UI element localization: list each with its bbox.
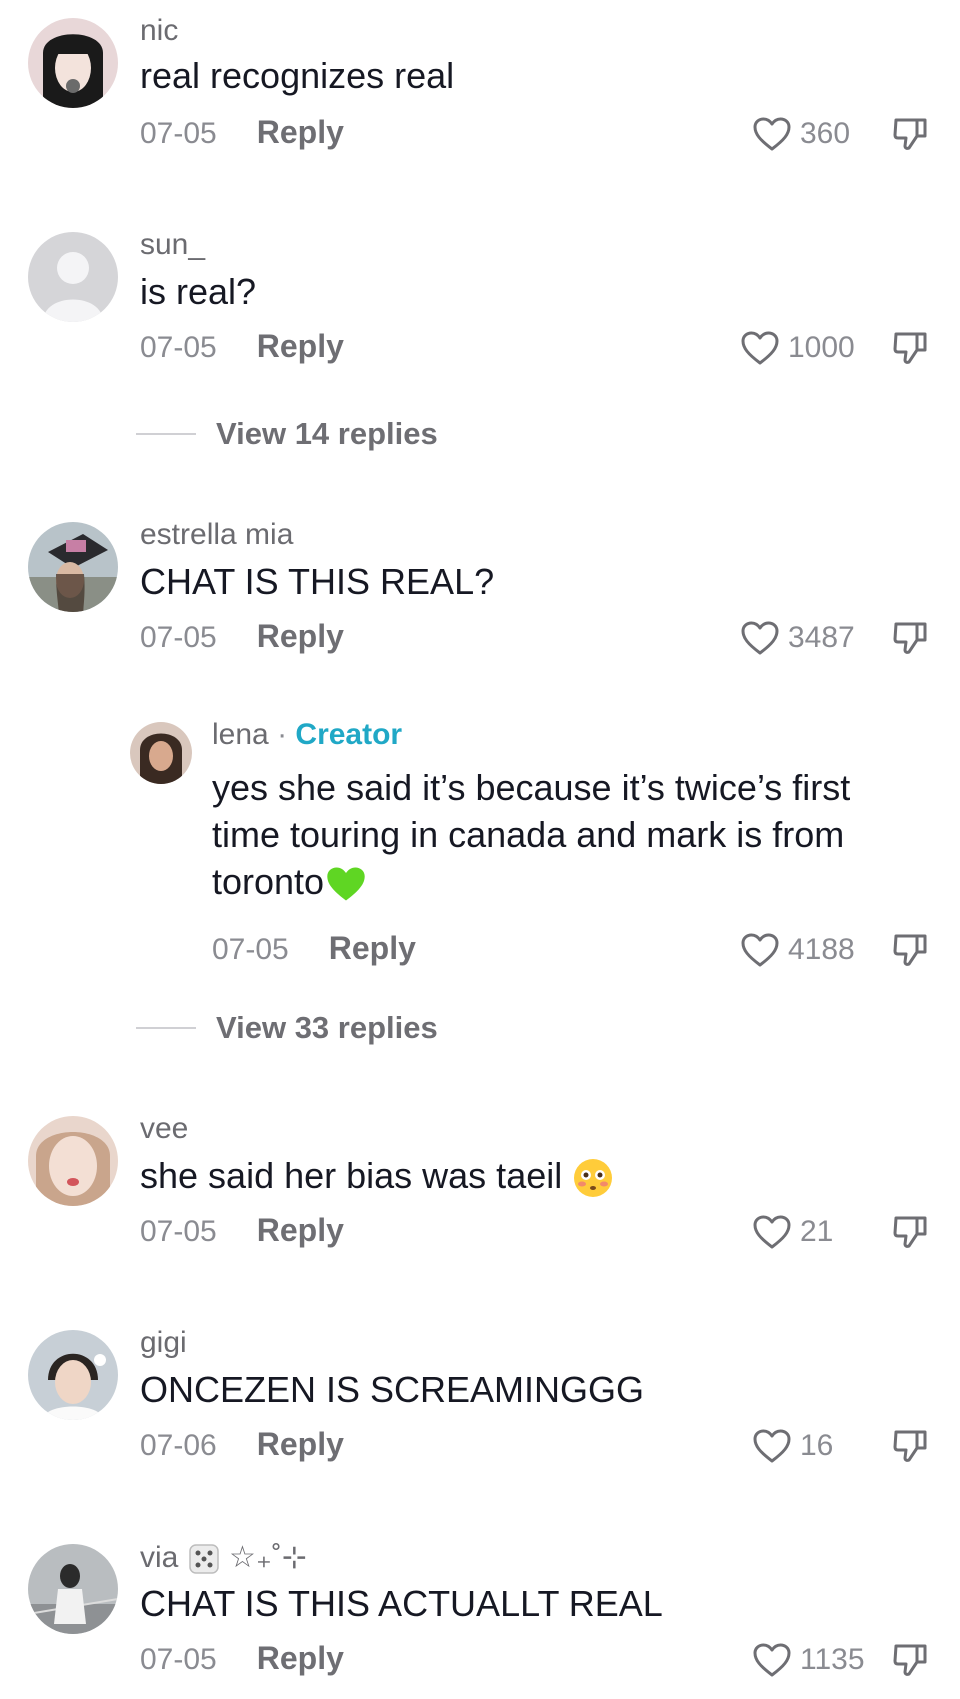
comment-text: she said her bias was taeil [140,1152,920,1199]
reply-button[interactable]: Reply [257,1426,344,1463]
reply-date: 07-05 [212,933,289,966]
reply-button[interactable]: Reply [257,618,344,655]
heart-outline-icon [752,1214,792,1250]
flushed-face-emoji-icon [574,1159,613,1198]
reply-text-line: yes she said it’s because it’s twice’s f… [212,767,851,808]
comment-username[interactable]: nic [140,14,178,48]
comment-meta: 07-05 Reply [140,114,344,151]
thumbs-down-icon[interactable] [890,1640,930,1680]
reply-author[interactable]: lena [212,718,269,751]
divider [136,433,196,435]
view-replies-label: View 14 replies [216,416,438,451]
avatar[interactable] [130,722,192,784]
like-count: 16 [800,1429,834,1462]
separator: · [277,718,288,751]
comment-meta: 07-06 Reply [140,1426,344,1463]
comment-date: 07-05 [140,1643,217,1676]
avatar[interactable] [28,1116,118,1206]
like-button[interactable]: 4188 [740,928,855,972]
like-count: 4188 [788,933,855,966]
comment-username-text[interactable]: via [140,1541,178,1574]
username-decoration: ☆₊˚⊹ [229,1541,307,1574]
comment-meta: 07-05 Reply [140,1640,344,1677]
thumbs-down-icon[interactable] [890,930,930,970]
view-replies-button[interactable]: View 14 replies [136,414,438,454]
avatar[interactable] [28,18,118,108]
like-button[interactable]: 1000 [740,326,855,370]
like-count: 21 [800,1215,834,1248]
comment-meta: 07-05 Reply [140,328,344,365]
comment-username[interactable]: sun_ [140,228,205,262]
like-button[interactable]: 16 [752,1424,833,1468]
view-replies-button[interactable]: View 33 replies [136,1008,438,1048]
reply-text: yes she said it’s because it’s twice’s f… [212,764,932,905]
view-replies-label: View 33 replies [216,1010,438,1045]
heart-outline-icon [752,116,792,152]
creator-badge: Creator [295,718,403,751]
comment-username[interactable]: estrella mia [140,518,293,552]
like-count: 360 [800,117,851,150]
reply-button[interactable]: Reply [257,114,344,151]
comment-text-content: she said her bias was taeil [140,1155,563,1196]
reply-button[interactable]: Reply [257,328,344,365]
heart-outline-icon [740,620,780,656]
like-button[interactable]: 360 [752,112,850,156]
thumbs-down-icon[interactable] [890,114,930,154]
comment-date: 07-05 [140,1215,217,1248]
comment-date: 07-05 [140,621,217,654]
reply-meta: 07-05 Reply [212,930,416,967]
thumbs-down-icon[interactable] [890,328,930,368]
avatar[interactable] [28,522,118,612]
reply-text-line: time touring in canada and mark is from [212,814,845,855]
avatar[interactable] [28,1330,118,1420]
thumbs-down-icon[interactable] [890,1426,930,1466]
reply-button[interactable]: Reply [329,930,416,967]
comment-text: CHAT IS THIS REAL? [140,561,495,602]
reply-username: lena · Creator [212,718,402,752]
comment-meta: 07-05 Reply [140,1212,344,1249]
comment-meta: 07-05 Reply [140,618,344,655]
like-count: 1135 [800,1643,865,1676]
green-heart-emoji-icon [327,867,365,901]
dice-emoji-icon [188,1544,219,1574]
like-count: 1000 [788,331,855,364]
reply-button[interactable]: Reply [257,1640,344,1677]
reply-text-line: toronto [212,858,932,905]
comment-username[interactable]: gigi [140,1326,187,1360]
heart-outline-icon [752,1428,792,1464]
comment-date: 07-06 [140,1429,217,1462]
comment-username[interactable]: vee [140,1112,188,1146]
like-button[interactable]: 1135 [752,1638,865,1682]
avatar[interactable] [28,232,118,322]
like-button[interactable]: 21 [752,1210,833,1254]
avatar[interactable] [28,1544,118,1634]
thumbs-down-icon[interactable] [890,618,930,658]
comment-text: real recognizes real [140,55,455,96]
comment-date: 07-05 [140,117,217,150]
comment-text: is real? [140,271,257,312]
comment-username: via ☆₊˚⊹ [140,1540,307,1576]
like-count: 3487 [788,621,855,654]
divider [136,1027,196,1029]
heart-outline-icon [752,1642,792,1678]
like-button[interactable]: 3487 [740,616,855,660]
heart-outline-icon [740,932,780,968]
thumbs-down-icon[interactable] [890,1212,930,1252]
reply-text-line-end: toronto [212,861,325,902]
comment-text: ONCEZEN IS SCREAMINGGG [140,1369,645,1410]
comment-text: CHAT IS THIS ACTUALLT REAL [140,1583,663,1624]
comment-date: 07-05 [140,331,217,364]
heart-outline-icon [740,330,780,366]
reply-button[interactable]: Reply [257,1212,344,1249]
